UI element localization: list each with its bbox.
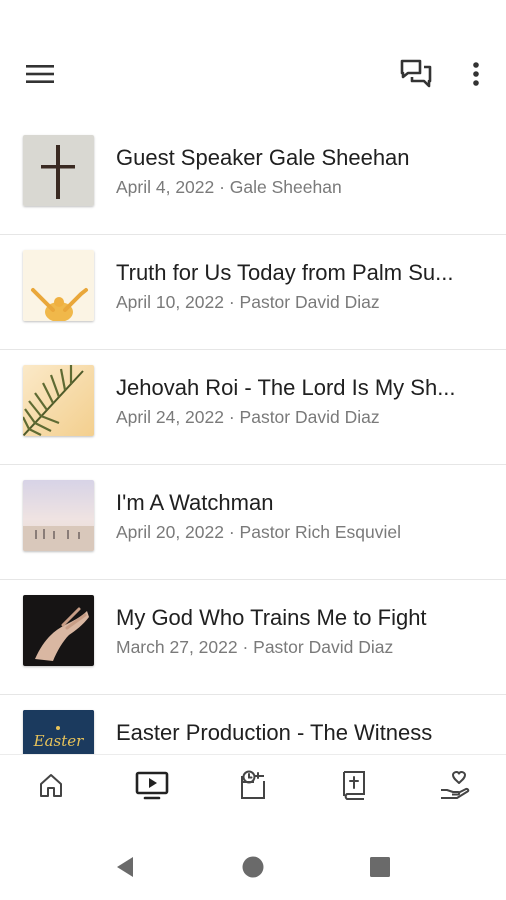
sermon-title: Guest Speaker Gale Sheehan [116, 145, 410, 170]
system-back-button[interactable] [110, 852, 140, 882]
sermon-thumbnail [23, 595, 94, 666]
raised-hands-thumbnail-image [23, 250, 94, 321]
sermon-thumbnail [23, 135, 94, 206]
system-home-button[interactable] [238, 852, 268, 882]
sermon-row[interactable]: Truth for Us Today from Palm Su... April… [0, 235, 506, 350]
sermon-row[interactable]: I'm A Watchman April 20, 2022 · Pastor R… [0, 465, 506, 580]
sermon-row[interactable]: Jehovah Roi - The Lord Is My Sh... April… [0, 350, 506, 465]
sermon-meta: April 20, 2022 · Pastor Rich Esquviel [116, 522, 401, 542]
sermon-title: Truth for Us Today from Palm Su... [116, 260, 454, 285]
bottom-navigation [0, 754, 506, 814]
sermon-title: Easter Production - The Witness [116, 720, 433, 745]
more-options-button[interactable] [460, 56, 492, 92]
open-hand-thumbnail-image [23, 595, 94, 666]
cross-thumbnail-image [23, 135, 94, 206]
sermon-row[interactable]: Guest Speaker Gale Sheehan April 4, 2022… [0, 120, 506, 235]
recents-square-icon [370, 857, 390, 877]
palm-leaf-thumbnail-image [23, 365, 94, 436]
sermon-thumbnail [23, 250, 94, 321]
chat-bubbles-icon [400, 59, 432, 88]
bible-icon [343, 771, 365, 800]
sermon-title: My God Who Trains Me to Fight [116, 605, 427, 630]
sermon-thumbnail [23, 365, 94, 436]
beach-thumbnail-image [23, 480, 94, 551]
sermon-meta: April 4, 2022 · Gale Sheehan [116, 177, 342, 197]
nav-home[interactable] [27, 763, 75, 807]
chat-button[interactable] [396, 56, 436, 92]
sermon-meta: April 10, 2022 · Pastor David Diaz [116, 292, 380, 312]
home-icon [40, 774, 62, 797]
calendar-clock-icon [241, 770, 265, 799]
heart-hand-icon [441, 771, 470, 799]
sermon-row[interactable]: My God Who Trains Me to Fight March 27, … [0, 580, 506, 695]
sermon-list[interactable]: Guest Speaker Gale Sheehan April 4, 2022… [0, 120, 506, 754]
sermon-meta: March 27, 2022 · Pastor David Diaz [116, 637, 394, 657]
home-circle-icon [242, 856, 264, 878]
menu-button[interactable] [20, 56, 60, 92]
system-recents-button[interactable] [365, 852, 395, 882]
sermon-thumbnail [23, 480, 94, 551]
hamburger-menu-icon [26, 65, 54, 83]
sermon-thumbnail: Easter [23, 710, 94, 754]
sermon-row[interactable]: Easter Easter Production - The Witness [0, 695, 506, 754]
tv-play-icon [135, 771, 169, 800]
nav-give[interactable] [431, 763, 479, 807]
sermon-title: Jehovah Roi - The Lord Is My Sh... [116, 375, 456, 400]
nav-events[interactable] [229, 763, 277, 807]
nav-bible[interactable] [330, 763, 378, 807]
back-icon [117, 857, 133, 877]
easter-thumbnail-text: Easter [33, 732, 84, 750]
sermon-title: I'm A Watchman [116, 490, 274, 515]
top-app-bar [0, 0, 506, 120]
system-navigation-bar [0, 830, 506, 900]
sermon-meta: April 24, 2022 · Pastor David Diaz [116, 407, 380, 427]
nav-media[interactable] [128, 763, 176, 807]
more-vertical-icon [473, 62, 479, 86]
